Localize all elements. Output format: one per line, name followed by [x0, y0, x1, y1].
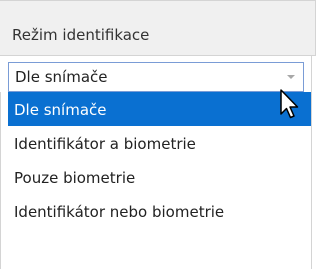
combobox-selected-value: Dle snímače	[15, 68, 108, 86]
identification-mode-combobox[interactable]: Dle snímače	[8, 62, 304, 92]
dropdown-option-identifikator-nebo-biometrie[interactable]: Identifikátor nebo biometrie	[8, 194, 311, 228]
chevron-down-icon[interactable]	[287, 75, 295, 79]
dropdown-option-label: Pouze biometrie	[14, 169, 136, 187]
dropdown-option-label: Identifikátor nebo biometrie	[14, 203, 225, 221]
mouse-cursor-icon	[280, 89, 299, 119]
column-header: Režim identifikace	[0, 0, 316, 56]
dropdown-option-dle-snimace[interactable]: Dle snímače	[8, 92, 311, 126]
column-header-label: Režim identifikace	[12, 26, 150, 44]
grid-line-left	[0, 92, 1, 269]
dropdown-option-label: Dle snímače	[14, 101, 107, 119]
dropdown-list: Dle snímače Identifikátor a biometrie Po…	[8, 92, 311, 269]
grid-line-right	[311, 56, 312, 269]
dropdown-option-pouze-biometrie[interactable]: Pouze biometrie	[8, 160, 311, 194]
dropdown-option-identifikator-a-biometrie[interactable]: Identifikátor a biometrie	[8, 126, 311, 160]
dropdown-option-label: Identifikátor a biometrie	[14, 135, 196, 153]
